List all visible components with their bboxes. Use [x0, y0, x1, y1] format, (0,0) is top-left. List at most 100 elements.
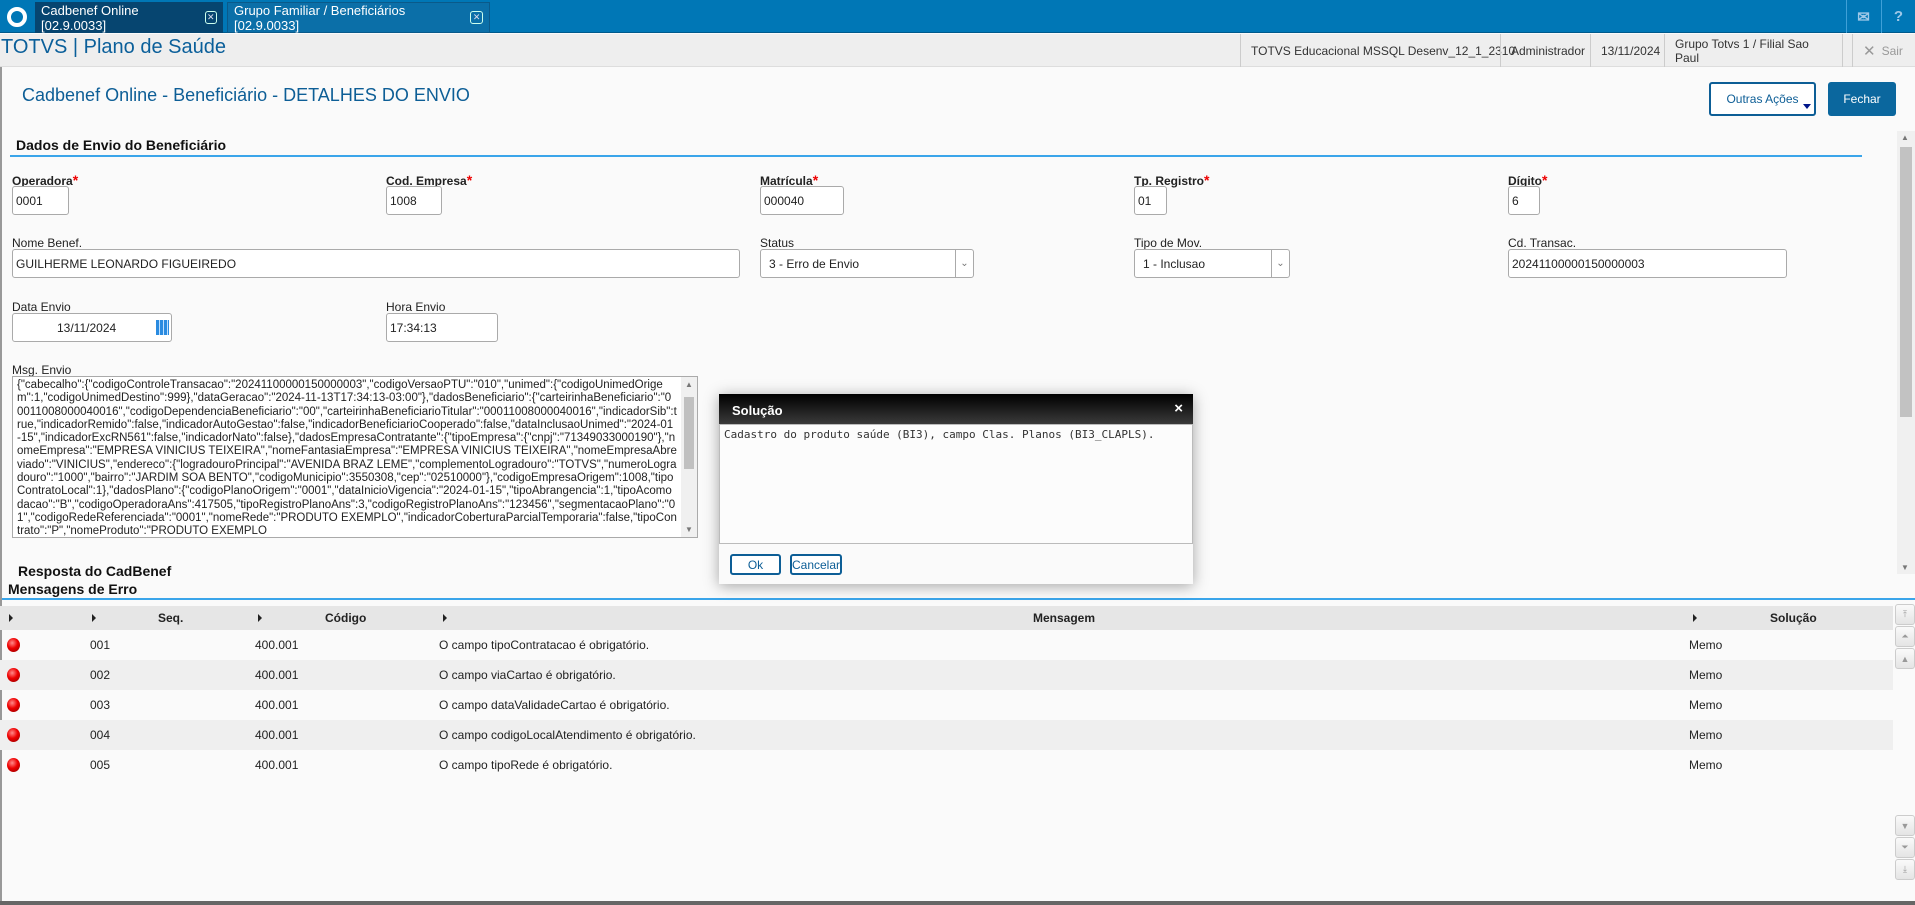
cell-codigo: 400.001	[255, 668, 299, 682]
close-tab-icon[interactable]: ✕	[470, 11, 483, 24]
other-actions-button[interactable]: Outras Ações	[1709, 82, 1816, 116]
cd-transac-field[interactable]: 20241100000150000003	[1508, 249, 1787, 278]
table-row[interactable]: 002 400.001 O campo viaCartao é obrigató…	[0, 660, 1893, 690]
scroll-bottom-icon[interactable]: ⤓	[1895, 859, 1915, 880]
dialog-title: Solução	[732, 403, 783, 418]
grid-title: Mensagens de Erro	[8, 581, 138, 597]
tipo-mov-value: 1 - Inclusao	[1143, 256, 1206, 271]
operadora-field[interactable]: 0001	[12, 186, 69, 215]
hora-envio-label: Hora Envio	[386, 300, 446, 314]
cell-solucao[interactable]: Memo	[1689, 638, 1722, 652]
msg-envio-text: {"cabecalho":{"codigoControleTransacao":…	[17, 379, 677, 538]
nome-field[interactable]: GUILHERME LEONARDO FIGUEIREDO	[12, 249, 740, 278]
user-info: Administrador	[1500, 34, 1595, 67]
msg-envio-scrollbar[interactable]: ▲ ▼	[681, 377, 697, 537]
scroll-page-up-icon[interactable]: ⏶	[1895, 626, 1915, 647]
cell-seq: 005	[90, 758, 111, 772]
digito-field[interactable]: 6	[1508, 186, 1540, 215]
cell-mensagem: O campo viaCartao é obrigatório.	[439, 668, 616, 682]
close-tab-icon[interactable]: ✕	[204, 11, 217, 24]
environment-info: TOTVS Educacional MSSQL Desenv_12_1_2310	[1240, 34, 1525, 67]
cell-codigo: 400.001	[255, 728, 299, 742]
msg-envio-textarea[interactable]: {"cabecalho":{"codigoControleTransacao":…	[12, 376, 698, 538]
nome-label: Nome Benef.	[12, 236, 83, 250]
cd-transac-label: Cd. Transac.	[1508, 236, 1577, 250]
calendar-icon[interactable]	[156, 320, 169, 335]
tab-cadbenef-online[interactable]: Cadbenef Online [02.9.0033] ✕	[35, 2, 223, 33]
data-envio-field[interactable]: 13/11/2024	[12, 313, 172, 342]
scroll-top-icon[interactable]: ⤒	[1895, 604, 1915, 625]
table-row[interactable]: 003 400.001 O campo dataValidadeCartao é…	[0, 690, 1893, 720]
table-row[interactable]: 005 400.001 O campo tipoRede é obrigatór…	[0, 750, 1893, 780]
cell-seq: 001	[90, 638, 111, 652]
cancel-button[interactable]: Cancelar	[790, 554, 842, 575]
msg-envio-label: Msg. Envio	[12, 363, 72, 377]
error-status-icon	[7, 758, 20, 772]
error-status-icon	[7, 698, 20, 712]
cell-solucao[interactable]: Memo	[1689, 698, 1722, 712]
response-title: Resposta do CadBenef	[18, 563, 172, 579]
bottom-border	[0, 901, 1915, 905]
tipo-mov-select[interactable]: 1 - Inclusao ⌄	[1134, 249, 1290, 278]
cod-empresa-field[interactable]: 1008	[386, 186, 442, 215]
dialog-header: Solução ×	[719, 394, 1193, 424]
ok-button[interactable]: Ok	[730, 554, 781, 575]
cell-mensagem: O campo tipoRede é obrigatório.	[439, 758, 613, 772]
dialog-text[interactable]: Cadastro do produto saúde (BI3), campo C…	[719, 424, 1193, 544]
col-solucao[interactable]: Solução	[1770, 611, 1817, 625]
tipo-mov-label: Tipo de Mov.	[1134, 236, 1203, 250]
matricula-field[interactable]: 000040	[760, 186, 844, 215]
sort-icon[interactable]	[92, 614, 96, 622]
page-scrollbar[interactable]: ▲ ▼	[1897, 131, 1915, 574]
scroll-page-down-icon[interactable]: ⏷	[1895, 837, 1915, 858]
tp-registro-field[interactable]: 01	[1134, 186, 1167, 215]
page-title: Cadbenef Online - Beneficiário - DETALHE…	[22, 85, 470, 105]
section-title: Dados de Envio do Beneficiário	[16, 137, 227, 153]
col-mensagem[interactable]: Mensagem	[1033, 611, 1095, 625]
sort-icon[interactable]	[258, 614, 262, 622]
close-icon[interactable]: ×	[1174, 400, 1183, 417]
chevron-down-icon[interactable]: ⌄	[955, 250, 973, 277]
branch-info: Grupo Totvs 1 / Filial Sao Paul	[1664, 34, 1842, 67]
status-select[interactable]: 3 - Erro de Envio ⌄	[760, 249, 974, 278]
cell-codigo: 400.001	[255, 638, 299, 652]
other-actions-label: Outras Ações	[1726, 92, 1799, 106]
status-value: 3 - Erro de Envio	[769, 256, 860, 271]
help-icon[interactable]: ?	[1881, 0, 1915, 33]
grid-body: 001 400.001 O campo tipoContratacao é ob…	[0, 630, 1893, 900]
error-status-icon	[7, 638, 20, 652]
status-label: Status	[760, 236, 795, 250]
cell-mensagem: O campo dataValidadeCartao é obrigatório…	[439, 698, 670, 712]
cell-mensagem: O campo codigoLocalAtendimento é obrigat…	[439, 728, 696, 742]
cell-codigo: 400.001	[255, 698, 299, 712]
sort-icon[interactable]	[1693, 614, 1697, 622]
hora-envio-field[interactable]: 17:34:13	[386, 313, 498, 342]
scroll-up-icon[interactable]: ▲	[1895, 648, 1915, 669]
caret-down-icon	[1803, 104, 1811, 109]
scroll-down-icon[interactable]: ▼	[1895, 815, 1915, 836]
sort-icon[interactable]	[9, 614, 13, 622]
cell-seq: 004	[90, 728, 111, 742]
col-codigo[interactable]: Código	[325, 611, 366, 625]
sort-icon[interactable]	[443, 614, 447, 622]
close-button[interactable]: Fechar	[1828, 82, 1896, 116]
chevron-down-icon[interactable]: ⌄	[1271, 250, 1289, 277]
totvs-logo-icon[interactable]	[0, 0, 33, 33]
tab-grupo-familiar[interactable]: Grupo Familiar / Beneficiários [02.9.003…	[227, 2, 490, 33]
cell-solucao[interactable]: Memo	[1689, 758, 1722, 772]
logout-button[interactable]: ✕ Sair	[1852, 34, 1913, 67]
col-seq[interactable]: Seq.	[158, 611, 183, 625]
tab-label: Grupo Familiar / Beneficiários [02.9.003…	[234, 2, 406, 33]
data-envio-label: Data Envio	[12, 300, 71, 314]
table-row[interactable]: 001 400.001 O campo tipoContratacao é ob…	[0, 630, 1893, 660]
cell-seq: 003	[90, 698, 111, 712]
grid-header: Seq. Código Mensagem Solução	[0, 606, 1893, 630]
date-info: 13/11/2024	[1590, 34, 1670, 67]
mail-icon[interactable]: ✉	[1846, 0, 1880, 33]
cell-solucao[interactable]: Memo	[1689, 668, 1722, 682]
table-row[interactable]: 004 400.001 O campo codigoLocalAtendimen…	[0, 720, 1893, 750]
section-divider	[10, 155, 1862, 157]
data-envio-value: 13/11/2024	[57, 320, 117, 335]
cell-solucao[interactable]: Memo	[1689, 728, 1722, 742]
cell-seq: 002	[90, 668, 111, 682]
